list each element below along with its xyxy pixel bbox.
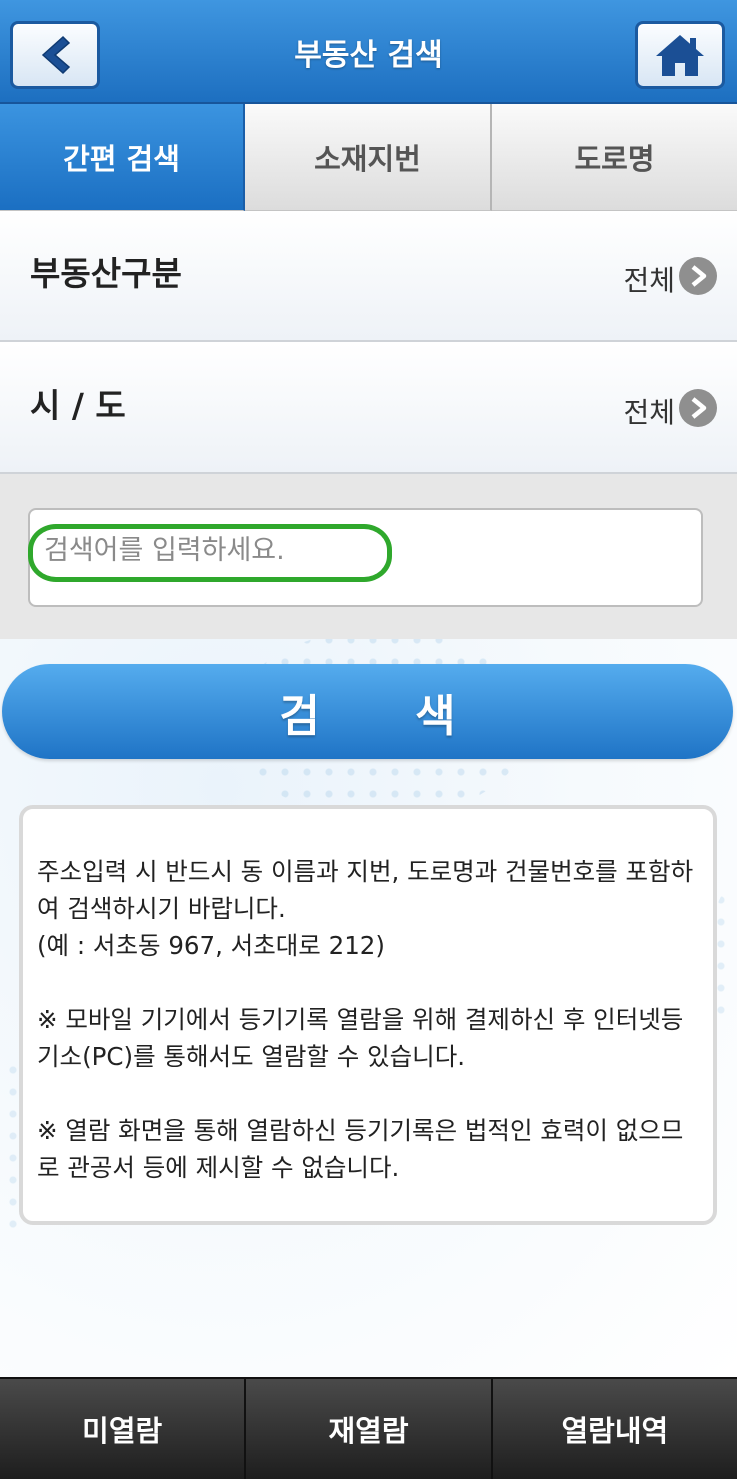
home-icon	[656, 35, 704, 76]
bottom-nav-review[interactable]: 재열람	[246, 1379, 493, 1479]
bottom-nav-unviewed[interactable]: 미열람	[0, 1379, 247, 1479]
page-title: 부동산 검색	[294, 38, 443, 73]
tab-simple-search[interactable]: 간편 검색	[0, 104, 245, 211]
search-box	[28, 508, 703, 607]
notice-paragraph: 주소입력 시 반드시 동 이름과 지번, 도로명과 건물번호를 포함하여 검색하…	[37, 857, 694, 960]
back-arrow-icon	[41, 35, 71, 75]
notice-paragraph: ※ 열람 화면을 통해 열람하신 등기기록은 법적인 효력이 없으므로 관공서 …	[37, 1116, 684, 1182]
tab-lot-address[interactable]: 소재지번	[245, 104, 492, 211]
property-type-selector[interactable]: 부동산구분 전체	[0, 211, 737, 342]
region-label: 시 / 도	[30, 386, 126, 425]
chevron-right-icon	[679, 257, 717, 295]
search-input[interactable]	[44, 530, 684, 570]
bottom-nav-history[interactable]: 열람내역	[493, 1379, 737, 1479]
bottom-nav: 미열람 재열람 열람내역	[0, 1377, 737, 1479]
notice-paragraph: ※ 모바일 기기에서 등기기록 열람을 위해 결제하신 후 인터넷등기소(PC)…	[37, 1005, 684, 1071]
property-type-value: 전체	[623, 264, 675, 297]
chevron-right-icon	[679, 389, 717, 427]
app-header: 부동산 검색	[0, 0, 737, 104]
region-selector[interactable]: 시 / 도 전체	[0, 343, 737, 474]
region-value: 전체	[623, 396, 675, 429]
main-content: 검 색 주소입력 시 반드시 동 이름과 지번, 도로명과 건물번호를 포함하여…	[0, 639, 737, 1377]
search-area	[0, 474, 737, 639]
property-type-label: 부동산구분	[30, 254, 182, 293]
notice-box: 주소입력 시 반드시 동 이름과 지번, 도로명과 건물번호를 포함하여 검색하…	[19, 805, 717, 1225]
search-button[interactable]: 검 색	[2, 664, 733, 759]
tab-road-name[interactable]: 도로명	[492, 104, 737, 211]
search-type-tabs: 간편 검색 소재지번 도로명	[0, 104, 737, 211]
home-button[interactable]	[635, 21, 725, 89]
back-button[interactable]	[10, 21, 100, 89]
